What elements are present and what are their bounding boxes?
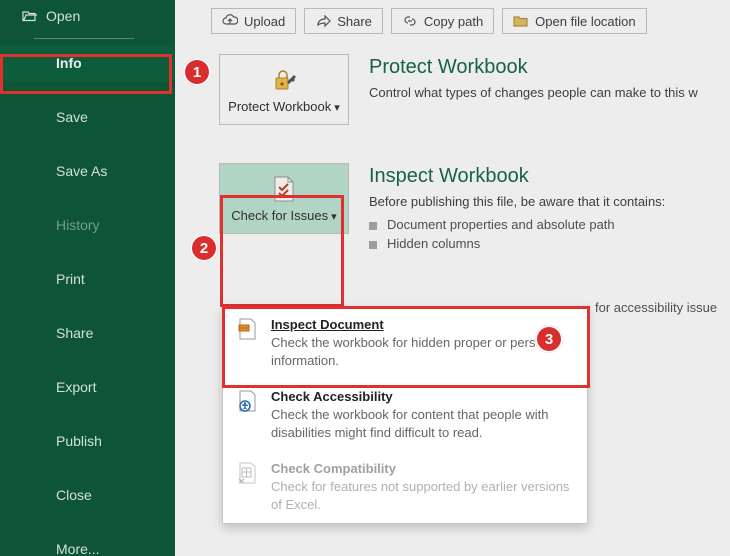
inspect-workbook-title: Inspect Workbook [369, 165, 720, 188]
dropdown-item-inspect-document[interactable]: Inspect Document Check the workbook for … [223, 307, 587, 379]
protect-workbook-section: Protect Workbook Protect Workbook Contro… [175, 44, 730, 135]
sidebar-item-info[interactable]: Info [0, 45, 175, 81]
document-check-icon [224, 174, 344, 204]
sidebar-label: Open [46, 8, 80, 24]
dropdown-item-check-accessibility[interactable]: Check Accessibility Check the workbook f… [223, 379, 587, 451]
sidebar-label: Print [56, 271, 85, 287]
inspect-bullet-list: Document properties and absolute path Hi… [369, 217, 720, 270]
dropdown-item-desc: Check the workbook for content that peop… [271, 406, 575, 441]
share-button[interactable]: Share [304, 8, 383, 34]
folder-open-icon [22, 8, 38, 24]
dropdown-item-desc: Check for features not supported by earl… [271, 478, 575, 513]
sidebar-item-history: History [0, 207, 175, 243]
sidebar-separator [34, 38, 134, 39]
sidebar-label: Publish [56, 433, 102, 449]
inspect-workbook-section: Check for Issues Inspect Workbook Before… [175, 153, 730, 284]
sidebar-label: Save [56, 109, 88, 125]
sidebar-label: Save As [56, 163, 107, 179]
inspect-document-icon [235, 317, 261, 343]
sidebar-label: Export [56, 379, 96, 395]
compatibility-icon [235, 461, 261, 487]
tool-label: Copy path [424, 14, 483, 29]
sidebar-item-close[interactable]: Close [0, 477, 175, 513]
sidebar-item-save-as[interactable]: Save As [0, 153, 175, 189]
dropdown-item-title: Check Accessibility [271, 389, 575, 404]
tool-label: Upload [244, 14, 285, 29]
sidebar-item-share[interactable]: Share [0, 315, 175, 351]
bigbtn-label: Check for Issues [224, 208, 344, 225]
sidebar-label: Share [56, 325, 93, 341]
list-item: Document properties and absolute path [369, 217, 720, 232]
protect-workbook-title: Protect Workbook [369, 56, 720, 79]
sidebar-item-save[interactable]: Save [0, 99, 175, 135]
list-item: Hidden columns [369, 236, 720, 251]
bigbtn-label: Protect Workbook [224, 99, 344, 116]
cloud-upload-icon [222, 13, 238, 29]
share-arrow-icon [315, 13, 331, 29]
accessibility-icon [235, 389, 261, 415]
bullet-text-overflow: for accessibility issue [595, 300, 717, 315]
check-for-issues-button[interactable]: Check for Issues [219, 163, 349, 234]
protect-workbook-button[interactable]: Protect Workbook [219, 54, 349, 125]
sidebar-label: More... [56, 541, 100, 556]
sidebar-item-open[interactable]: Open [0, 0, 175, 32]
dropdown-item-desc: Check the workbook for hidden proper or … [271, 334, 575, 369]
tool-label: Open file location [535, 14, 635, 29]
sidebar-item-print[interactable]: Print [0, 261, 175, 297]
dropdown-item-title: Check Compatibility [271, 461, 575, 476]
sidebar-label: Info [56, 55, 82, 71]
dropdown-item-title: Inspect Document [271, 317, 575, 332]
lock-key-icon [224, 65, 344, 95]
sidebar-item-publish[interactable]: Publish [0, 423, 175, 459]
upload-button[interactable]: Upload [211, 8, 296, 34]
check-for-issues-dropdown: Inspect Document Check the workbook for … [222, 306, 588, 524]
folder-icon [513, 13, 529, 29]
open-file-location-button[interactable]: Open file location [502, 8, 646, 34]
dropdown-item-check-compatibility: Check Compatibility Check for features n… [223, 451, 587, 523]
sidebar-item-export[interactable]: Export [0, 369, 175, 405]
protect-workbook-desc: Control what types of changes people can… [369, 85, 720, 100]
tool-label: Share [337, 14, 372, 29]
sidebar-item-more[interactable]: More... [0, 531, 175, 556]
inspect-workbook-desc: Before publishing this file, be aware th… [369, 194, 720, 209]
sidebar-label: History [56, 217, 100, 233]
bullet-text: Hidden columns [387, 236, 480, 251]
info-toolbar: Upload Share Copy path Open file locatio… [175, 0, 730, 44]
copy-path-button[interactable]: Copy path [391, 8, 494, 34]
backstage-sidebar: Open Info Save Save As History Print Sha… [0, 0, 175, 556]
bullet-text: Document properties and absolute path [387, 217, 615, 232]
sidebar-label: Close [56, 487, 92, 503]
link-icon [402, 13, 418, 29]
